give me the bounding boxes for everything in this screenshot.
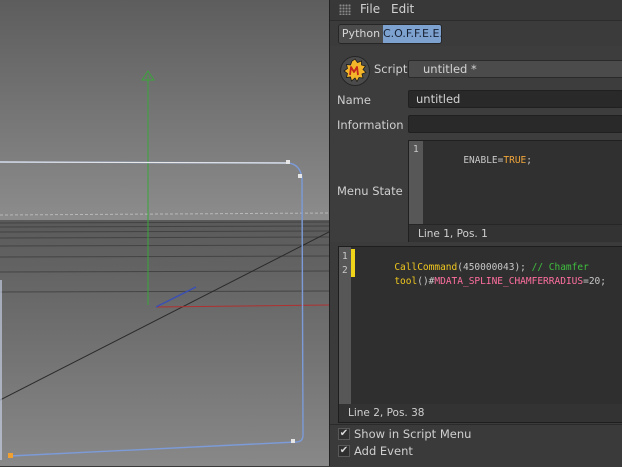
add-event-option[interactable]: ✔ Add Event <box>338 444 413 458</box>
spline-point-handle[interactable] <box>286 160 290 164</box>
tab-python[interactable]: Python <box>339 25 383 43</box>
coffee-script-icon <box>340 56 370 86</box>
tab-coffee[interactable]: C.O.F.F.E.E. <box>383 25 441 43</box>
show-in-script-menu-checkbox[interactable]: ✔ <box>338 428 350 440</box>
information-field[interactable] <box>408 115 622 133</box>
script-select[interactable]: untitled * <box>408 60 622 78</box>
show-in-script-menu-label: Show in Script Menu <box>354 427 472 441</box>
add-event-checkbox[interactable]: ✔ <box>338 445 350 457</box>
code-token: ()# <box>417 276 435 287</box>
spline-point-handle[interactable] <box>291 439 295 443</box>
menu-edit[interactable]: Edit <box>391 2 414 16</box>
viewport-3d[interactable] <box>0 0 329 466</box>
code-token: tool <box>394 276 418 287</box>
name-label: Name <box>337 93 371 107</box>
menu-state-editor[interactable]: 1 ENABLE=TRUE; Line 1, Pos. 1 <box>408 140 622 242</box>
code-editor[interactable]: 1 2 CallCommand(450000043); // Chamfer t… <box>338 246 622 406</box>
editor-code-line-2: tool()#MDATA_SPLINE_CHAMFERRADIUS=20; <box>360 265 606 298</box>
script-select-value: untitled * <box>423 62 477 76</box>
menu-state-status: Line 1, Pos. 1 <box>418 228 488 240</box>
script-manager-panel: File Edit Python C.O.F.F.E.E. Script unt… <box>329 0 622 467</box>
menu-state-label: Menu State <box>337 184 403 198</box>
add-event-label: Add Event <box>354 444 413 458</box>
menu-state-line-number: 1 <box>413 144 419 155</box>
code-token: ; <box>526 155 533 166</box>
show-in-script-menu-option[interactable]: ✔ Show in Script Menu <box>338 427 471 441</box>
editor-statusbar: Line 2, Pos. 38 <box>338 404 622 423</box>
code-token: ENABLE <box>463 155 498 166</box>
viewport-sky <box>0 0 329 220</box>
menu-state-statusbar: Line 1, Pos. 1 <box>409 224 622 242</box>
editor-line-number: 2 <box>342 265 348 276</box>
information-label: Information <box>337 118 404 132</box>
name-field-value: untitled <box>416 92 461 106</box>
viewport-scene[interactable] <box>0 0 329 466</box>
language-tabs: Python C.O.F.F.E.E. <box>338 24 442 44</box>
grip-dots-icon[interactable] <box>339 4 351 15</box>
editor-line-number: 1 <box>342 251 348 262</box>
code-token: MDATA_SPLINE_CHAMFERRADIUS <box>434 276 584 287</box>
script-label: Script <box>374 62 408 76</box>
spline-start-point[interactable] <box>8 453 13 458</box>
menu-file[interactable]: File <box>360 2 380 16</box>
menu-state-code-line: ENABLE=TRUE; <box>429 144 532 177</box>
menu-bar: File Edit <box>330 0 622 21</box>
code-token: TRUE <box>503 155 527 166</box>
editor-status: Line 2, Pos. 38 <box>348 407 425 419</box>
spline-point-handle[interactable] <box>298 174 302 178</box>
modified-lines-marker <box>351 249 355 277</box>
name-field[interactable]: untitled <box>408 90 622 108</box>
code-token: =20; <box>583 276 606 287</box>
